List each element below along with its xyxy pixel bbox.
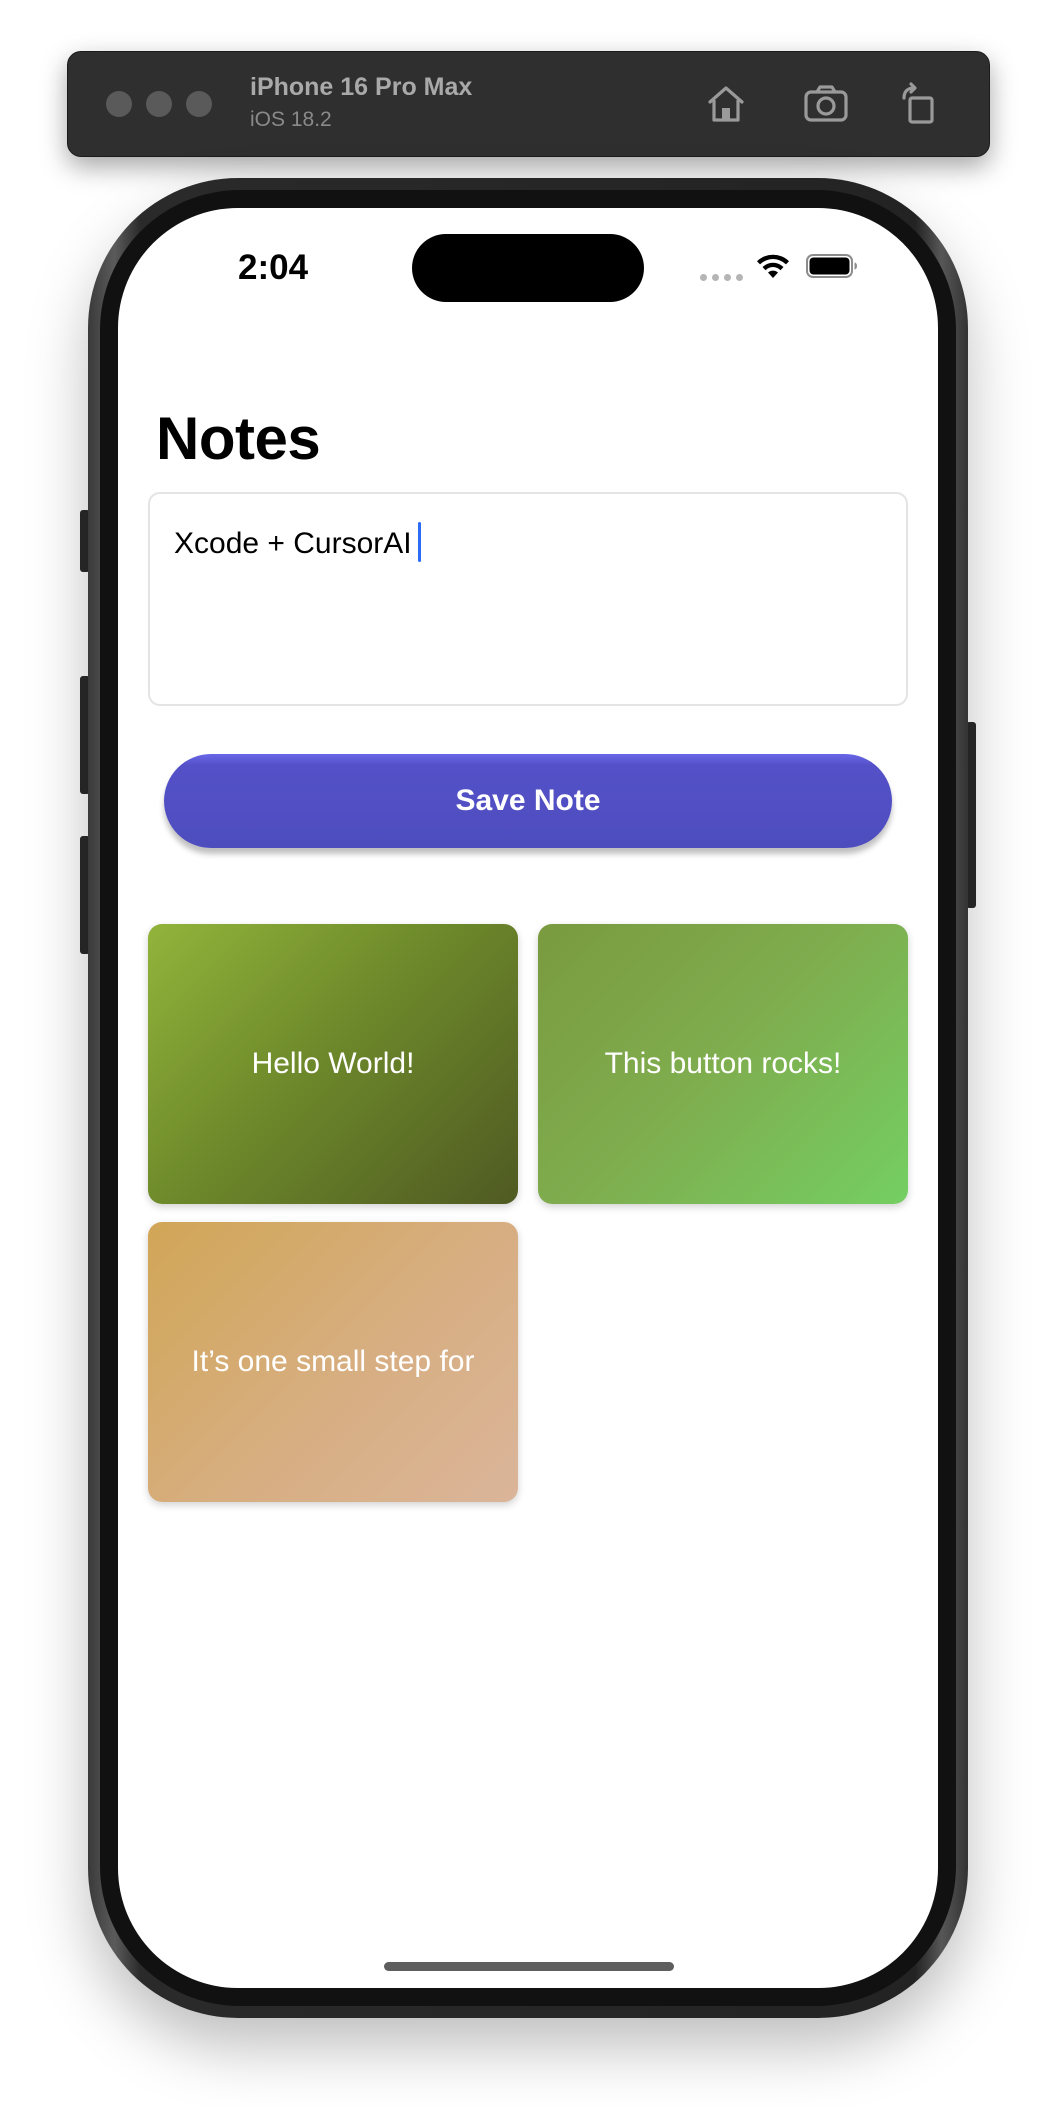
save-note-button[interactable]: Save Note	[164, 754, 892, 848]
simulator-toolbar: iPhone 16 Pro Max iOS 18.2	[67, 51, 990, 157]
note-text-editor[interactable]: Xcode + CursorAI	[148, 492, 908, 706]
home-indicator[interactable]	[384, 1962, 674, 1971]
wifi-icon	[757, 254, 789, 278]
home-icon[interactable]	[702, 80, 750, 128]
note-card[interactable]: This button rocks!	[538, 924, 908, 1204]
window-close-dot[interactable]	[106, 91, 132, 117]
dynamic-island	[412, 234, 644, 302]
battery-icon	[806, 254, 857, 278]
window-minimize-dot[interactable]	[146, 91, 172, 117]
cellular-signal-icon	[700, 274, 743, 281]
page-title: Notes	[156, 405, 321, 472]
note-card-text: It’s one small step for	[191, 1345, 475, 1378]
phone-screen: 2:04 Notes Xcode + CursorAI Save Note He…	[118, 208, 938, 1988]
note-card[interactable]: Hello World!	[148, 924, 518, 1204]
note-editor-value: Xcode + CursorAI	[174, 527, 412, 560]
note-card-text: Hello World!	[251, 1047, 415, 1080]
screenshot-camera-icon[interactable]	[802, 80, 850, 128]
status-time: 2:04	[238, 248, 309, 287]
os-version: iOS 18.2	[250, 108, 332, 131]
text-caret	[417, 522, 421, 562]
rotate-icon[interactable]	[894, 80, 942, 128]
window-zoom-dot[interactable]	[186, 91, 212, 117]
note-card[interactable]: It’s one small step for	[148, 1222, 518, 1502]
device-name: iPhone 16 Pro Max	[250, 73, 473, 101]
note-editor-line[interactable]: Xcode + CursorAI	[174, 522, 421, 562]
note-card-text: This button rocks!	[604, 1047, 842, 1080]
